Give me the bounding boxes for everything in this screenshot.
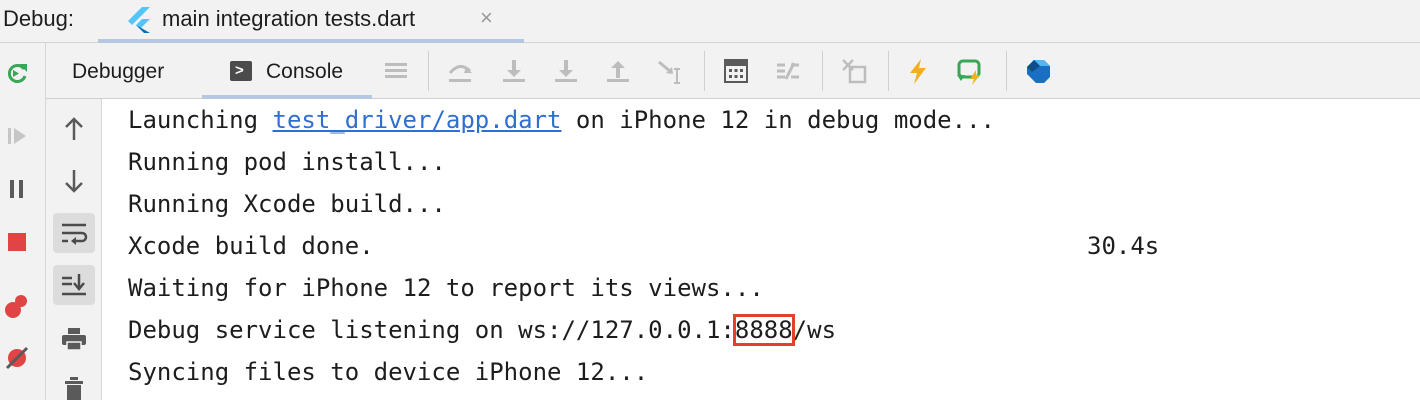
run-to-cursor-icon[interactable] bbox=[656, 57, 684, 85]
hot-restart-icon[interactable] bbox=[956, 57, 984, 85]
toolbar-separator bbox=[888, 51, 889, 91]
debug-label: Debug: bbox=[3, 6, 74, 31]
console-line: Debug service listening on ws://127.0.0.… bbox=[128, 309, 836, 351]
console-text: /ws bbox=[792, 316, 837, 344]
dart-devtools-icon[interactable] bbox=[1024, 57, 1052, 85]
resume-icon[interactable] bbox=[4, 123, 30, 149]
console-line: Syncing files to device iPhone 12... bbox=[128, 358, 649, 386]
toolbar-separator bbox=[822, 51, 823, 91]
step-out-icon[interactable] bbox=[604, 57, 632, 85]
tab-console-label: Console bbox=[266, 60, 344, 83]
console-line: Launching test_driver/app.dart on iPhone… bbox=[128, 99, 995, 141]
tab-debugger[interactable]: Debugger bbox=[72, 60, 164, 84]
step-into-icon[interactable] bbox=[500, 57, 528, 85]
mute-breakpoints-icon[interactable] bbox=[4, 345, 30, 371]
force-step-into-icon[interactable] bbox=[552, 57, 580, 85]
console-text: on iPhone 12 in debug mode... bbox=[561, 106, 995, 134]
scroll-down-icon[interactable] bbox=[53, 161, 95, 201]
debug-actions-gutter bbox=[0, 43, 46, 400]
console-line: Xcode build done. bbox=[128, 232, 374, 260]
clear-all-icon[interactable] bbox=[53, 367, 95, 407]
evaluate-expression-icon[interactable] bbox=[722, 57, 750, 85]
build-duration: 30.4s bbox=[1087, 232, 1160, 260]
scroll-to-end-icon[interactable] bbox=[53, 265, 95, 305]
console-actions-gutter bbox=[46, 99, 102, 400]
debug-tab-bar: Debug: main integration tests.dart × bbox=[0, 0, 1420, 43]
soft-wrap-icon[interactable] bbox=[53, 213, 95, 253]
stop-icon[interactable] bbox=[4, 229, 30, 255]
step-over-icon[interactable] bbox=[446, 57, 474, 85]
view-breakpoints-icon[interactable] bbox=[4, 293, 30, 319]
close-icon[interactable]: × bbox=[480, 5, 493, 31]
print-icon[interactable] bbox=[53, 319, 95, 359]
highlighted-port: 8888 bbox=[732, 314, 795, 346]
menu-icon[interactable] bbox=[382, 57, 410, 85]
debug-session-tab-label: main integration tests.dart bbox=[162, 6, 416, 31]
debug-toolbar: Debugger > Console bbox=[46, 43, 1420, 99]
toolbar-separator bbox=[1006, 51, 1007, 91]
debug-session-tab[interactable]: main integration tests.dart × bbox=[98, 0, 524, 43]
console-text: Launching bbox=[128, 106, 273, 134]
trace-icon[interactable] bbox=[774, 57, 802, 85]
rerun-icon[interactable] bbox=[4, 60, 30, 86]
console-icon: > bbox=[230, 61, 252, 81]
console-text: Debug service listening on ws://127.0.0.… bbox=[128, 316, 735, 344]
scroll-up-icon[interactable] bbox=[53, 109, 95, 149]
console-line: Waiting for iPhone 12 to report its view… bbox=[128, 274, 764, 302]
file-link[interactable]: test_driver/app.dart bbox=[273, 106, 562, 134]
toolbar-separator bbox=[704, 51, 705, 91]
tab-console[interactable]: > Console bbox=[202, 43, 372, 99]
console-output[interactable]: Launching test_driver/app.dart on iPhone… bbox=[102, 99, 1420, 400]
pause-icon[interactable] bbox=[4, 176, 30, 202]
hot-reload-icon[interactable] bbox=[904, 57, 932, 85]
console-line: Running pod install... bbox=[128, 148, 446, 176]
flutter-icon bbox=[126, 3, 152, 40]
toolbar-separator bbox=[428, 51, 429, 91]
restore-layout-icon[interactable] bbox=[840, 57, 868, 85]
console-line: Running Xcode build... bbox=[128, 190, 446, 218]
